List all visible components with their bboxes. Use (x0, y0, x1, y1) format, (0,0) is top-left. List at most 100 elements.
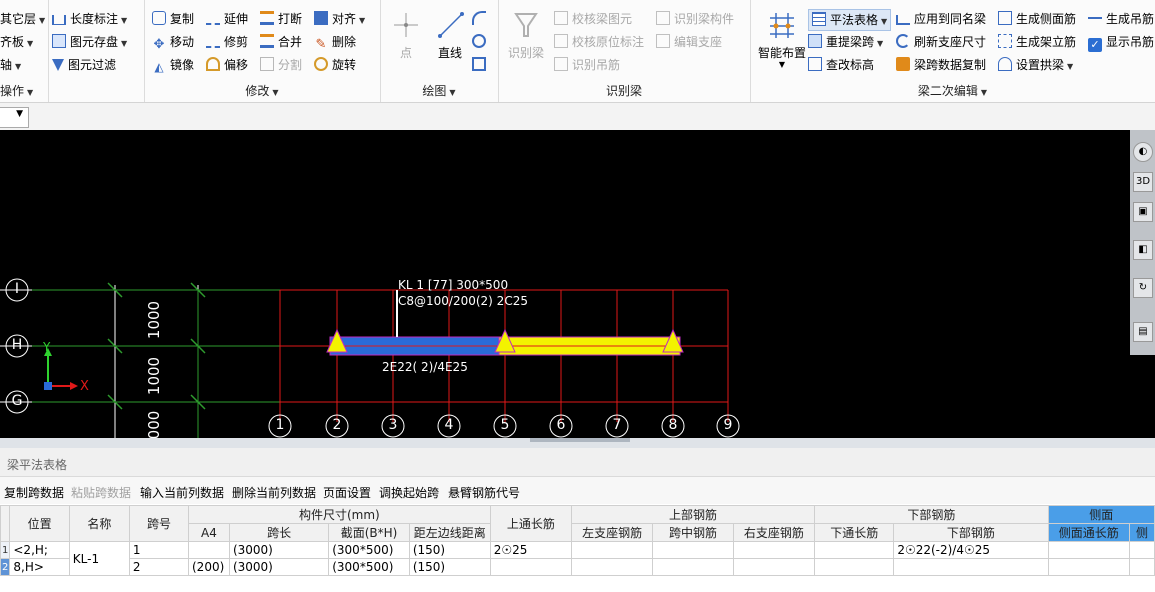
cell-right-support[interactable] (732, 541, 816, 559)
row-number[interactable]: 2 (0, 558, 11, 576)
arc-button[interactable] (472, 9, 490, 29)
chevron-down-icon: ▼ (16, 109, 23, 119)
copy-label: 复制 (170, 12, 195, 26)
drawing-canvas[interactable]: I H G 1 2 3 4 5 6 7 8 9 1000 1000 000 KL… (0, 130, 1130, 439)
orbit-icon[interactable]: ◐ (1133, 142, 1153, 162)
hanger-gen-button[interactable]: 生成吊筋 (1088, 9, 1154, 29)
table-row[interactable]: 2 8,H> 2 (200) (3000) (300*500) (150) (0, 558, 1155, 576)
extend-button[interactable]: 延伸 (206, 9, 248, 29)
3d-view-icon[interactable]: 3D (1133, 172, 1153, 192)
row-header (0, 505, 11, 542)
element-filter-button[interactable]: 图元过滤 (52, 55, 116, 75)
panel-view-icon[interactable]: ▤ (1133, 322, 1153, 342)
axis-button[interactable]: 轴 ▼ (0, 55, 21, 75)
beam-annotation-name: KL 1 [77] 300*500 (398, 278, 509, 292)
smart-layout-button[interactable]: 智能布置 ▼ (756, 10, 808, 69)
cell-mid-span[interactable] (652, 558, 734, 576)
cell-side-2[interactable] (1129, 541, 1155, 559)
cell-mid-span[interactable] (652, 541, 734, 559)
cell-top-cont[interactable] (489, 558, 572, 576)
check-beam-label: 校核梁图元 (572, 12, 633, 26)
cell-side-cont[interactable] (1047, 558, 1131, 576)
cantilever-code-button[interactable]: 悬臂钢筋代号 (448, 484, 520, 501)
arch-beam-button[interactable]: 设置拱梁 ▼ (998, 55, 1073, 75)
cell-span-length[interactable]: (3000) (228, 541, 330, 559)
col-header-span: 跨号 (128, 505, 190, 542)
circle-button[interactable] (472, 32, 490, 52)
point-button[interactable]: 点 (390, 10, 422, 61)
cell-bottom-cont[interactable] (814, 541, 895, 559)
cell-name[interactable]: KL-1 (68, 541, 130, 576)
rect-button[interactable] (472, 55, 490, 75)
length-dim-button[interactable]: 长度标注 ▼ (52, 9, 127, 29)
align-button[interactable]: 对齐 ▼ (314, 9, 365, 29)
table-row[interactable]: 1 <2,H; KL-1 1 (3000) (300*500) (150) 2☉… (0, 541, 1155, 576)
side-bar-button[interactable]: 生成侧面筋 (998, 9, 1076, 29)
axis-col-label: 1 (275, 417, 285, 433)
span-copy-icon (896, 57, 910, 71)
col-header-section: 截面(B*H) (328, 523, 410, 542)
cell-span[interactable]: 2 (128, 558, 190, 576)
mirror-label: 镜像 (170, 58, 195, 72)
checkbox-checked-icon: ✓ (1088, 38, 1102, 52)
flat-table-button[interactable]: 平法表格 ▼ (808, 9, 892, 31)
cell-position[interactable]: <2,H; (9, 541, 70, 559)
cell-left-support[interactable] (570, 558, 654, 576)
input-column-button[interactable]: 输入当前列数据 (140, 484, 224, 501)
cell-span-length[interactable]: (3000) (228, 558, 330, 576)
mirror-button[interactable]: ◭ 镜像 (152, 55, 194, 75)
apply-same-name-button[interactable]: 应用到同名梁 (896, 9, 986, 29)
trim-button[interactable]: 修剪 (206, 32, 248, 52)
span-copy-button[interactable]: 梁跨数据复制 (896, 55, 986, 75)
cell-section[interactable]: (300*500) (328, 558, 410, 576)
rotate-button[interactable]: 旋转 (314, 55, 356, 75)
refresh-support-button[interactable]: 刷新支座尺寸 (896, 32, 986, 52)
splitter-handle[interactable] (530, 438, 630, 442)
cell-left-support[interactable] (570, 541, 654, 559)
erect-bar-button[interactable]: 生成架立筋 (998, 32, 1076, 52)
cell-offset[interactable]: (150) (408, 558, 491, 576)
cell-section[interactable]: (300*500) (328, 541, 410, 559)
delete-column-button[interactable]: 删除当前列数据 (232, 484, 316, 501)
align-slab-button[interactable]: 齐板 ▼ (0, 32, 33, 52)
recognize-member-label: 识别梁构件 (674, 12, 735, 26)
cell-bottom-bars[interactable]: 2☉22(-2)/4☉25 (893, 541, 1049, 559)
cell-bottom-cont[interactable] (814, 558, 895, 576)
cell-right-support[interactable] (732, 558, 816, 576)
rotate-view-icon[interactable]: ↻ (1133, 278, 1153, 298)
copy-button[interactable]: 复制 (152, 9, 194, 29)
break-button[interactable]: 打断 (260, 9, 302, 29)
elevation-label: 查改标高 (826, 58, 875, 72)
other-layer-button[interactable]: 其它层 ▼ (0, 9, 45, 29)
row-number[interactable]: 1 (0, 541, 11, 559)
cell-side-2[interactable] (1129, 558, 1155, 576)
line-button[interactable]: 直线 (432, 10, 468, 61)
layer-dropdown[interactable]: ▼ (0, 107, 29, 128)
cell-side-cont[interactable] (1047, 541, 1131, 559)
cell-position[interactable]: 8,H> (9, 558, 70, 576)
copy-span-data-button[interactable]: 复制跨数据 (4, 484, 64, 501)
edit-support-label: 编辑支座 (674, 35, 723, 49)
page-setup-button[interactable]: 页面设置 (323, 484, 371, 501)
delete-button[interactable]: ✎ 删除 (314, 32, 356, 52)
axis-col-label: 4 (444, 417, 454, 433)
merge-button[interactable]: 合并 (260, 32, 302, 52)
cell-a4[interactable] (188, 541, 230, 559)
respan-button[interactable]: 重提梁跨 ▼ (808, 32, 883, 52)
elevation-button[interactable]: 查改标高 (808, 55, 874, 75)
cube-view-icon[interactable]: ▣ (1133, 202, 1153, 222)
cell-offset[interactable]: (150) (408, 541, 491, 559)
cell-bottom-bars[interactable] (893, 558, 1049, 576)
ribbon: 其它层 ▼ 齐板 ▼ 轴 ▼ 操作 ▼ 长度标注 ▼ 图元存盘 ▼ 图元过滤 复制 延伸 打… (0, 0, 1155, 103)
cell-top-cont[interactable]: 2☉25 (489, 541, 572, 559)
swap-start-span-button[interactable]: 调换起始跨 (379, 484, 439, 501)
point-icon (394, 13, 418, 37)
erect-bar-icon (998, 34, 1012, 48)
move-button[interactable]: ✥ 移动 (152, 32, 194, 52)
save-element-button[interactable]: 图元存盘 ▼ (52, 32, 127, 52)
cell-span[interactable]: 1 (128, 541, 190, 559)
cell-a4[interactable]: (200) (188, 558, 230, 576)
offset-button[interactable]: 偏移 (206, 55, 248, 75)
box-view-icon[interactable]: ◧ (1133, 240, 1153, 260)
show-hanger-checkbox[interactable]: ✓ 显示吊筋 (1088, 32, 1154, 52)
